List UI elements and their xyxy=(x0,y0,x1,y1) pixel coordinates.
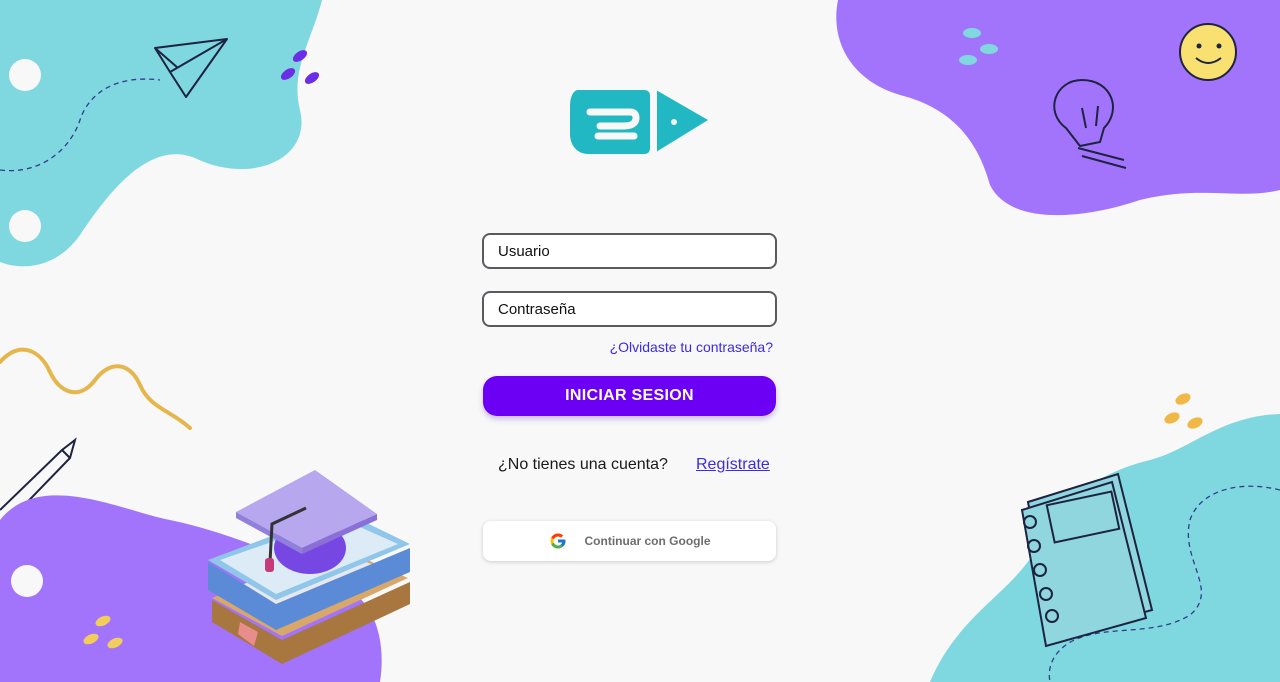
yellow-dots xyxy=(1164,393,1203,429)
username-input[interactable] xyxy=(482,233,777,269)
books-graduation-cap-illustration xyxy=(208,470,410,664)
teal-blob-top-left xyxy=(0,0,322,267)
google-g-icon xyxy=(550,533,565,549)
blob-hole xyxy=(9,59,41,91)
login-button[interactable]: INICIAR SESION xyxy=(483,376,776,416)
yellow-squiggle xyxy=(0,347,192,430)
google-button-label: Continuar con Google xyxy=(584,534,711,548)
google-signin-button[interactable]: Continuar con Google xyxy=(483,521,776,561)
signup-link[interactable]: Regístrate xyxy=(696,456,770,474)
forgot-password-link[interactable]: ¿Olvidaste tu contraseña? xyxy=(610,339,773,355)
blob-hole xyxy=(11,565,43,597)
smiley-icon xyxy=(1179,23,1237,81)
blob-hole xyxy=(9,210,41,242)
password-input[interactable] xyxy=(482,291,777,327)
app-logo xyxy=(570,90,708,154)
signup-prompt: ¿No tienes una cuenta? xyxy=(498,456,668,473)
